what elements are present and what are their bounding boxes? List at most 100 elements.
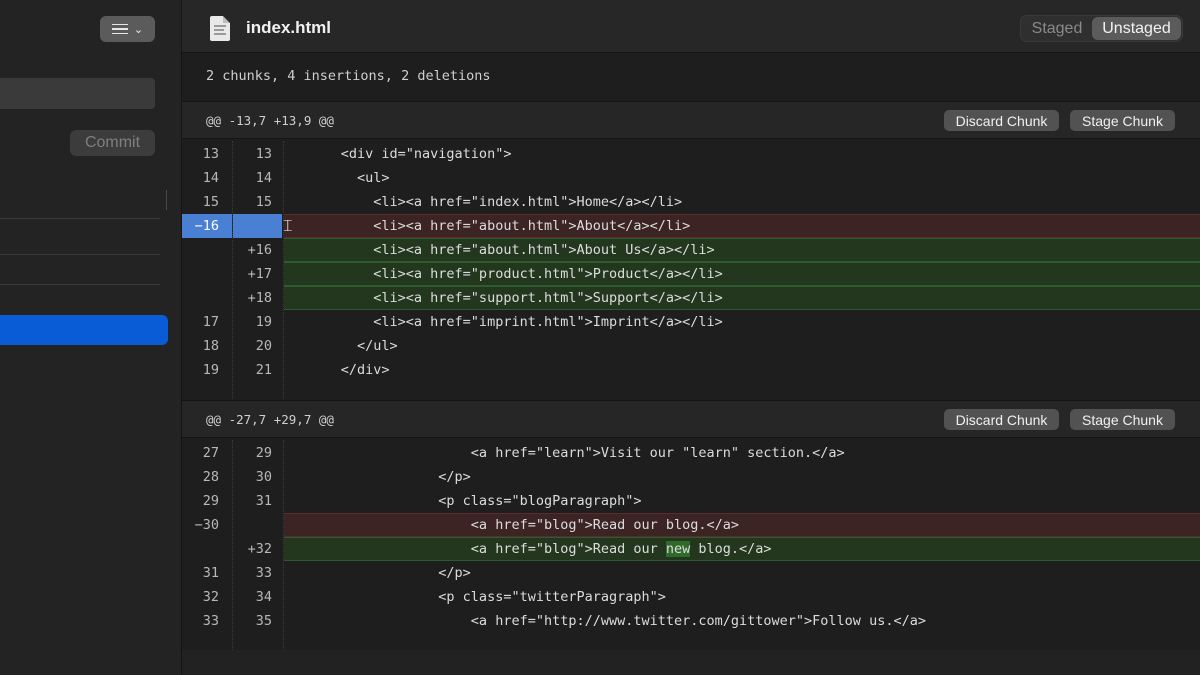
html-file-icon: [210, 16, 230, 41]
diff-summary: 2 chunks, 4 insertions, 2 deletions: [206, 68, 491, 84]
deleted-line[interactable]: −16 <li><a href="about.html">About</a></…: [182, 214, 1200, 238]
code-text: <a href="blog">Read our blog.</a>: [292, 517, 740, 533]
old-line-number[interactable]: −16: [173, 214, 219, 238]
code-text: <li><a href="product.html">Product</a></…: [292, 266, 723, 282]
new-line-number[interactable]: +16: [226, 238, 272, 262]
hunk-header: @@ -27,7 +29,7 @@ Discard Chunk Stage Ch…: [182, 400, 1200, 438]
old-line-number[interactable]: 32: [173, 585, 219, 609]
context-line[interactable]: 14 14 <ul>: [182, 166, 1200, 190]
stage-chunk-button[interactable]: Stage Chunk: [1070, 409, 1175, 430]
context-line[interactable]: 33 35 <a href="http://www.twitter.com/git…: [182, 609, 1200, 633]
chevron-down-icon: ⌄: [133, 23, 144, 36]
file-title: index.html: [246, 18, 332, 37]
code-text: <li><a href="support.html">Support</a></…: [292, 290, 723, 306]
code-text: <div id="navigation">: [292, 146, 512, 162]
old-line-number[interactable]: 31: [173, 561, 219, 585]
code-text: <li><a href="imprint.html">Imprint</a></…: [292, 314, 723, 330]
old-line-number[interactable]: 17: [173, 310, 219, 334]
code-text: <li><a href="about.html">About Us</a></l…: [292, 242, 715, 258]
code-text: <p class="twitterParagraph">: [292, 589, 666, 605]
new-line-number[interactable]: 33: [226, 561, 272, 585]
new-line-number[interactable]: 31: [226, 489, 272, 513]
old-line-number[interactable]: 13: [173, 142, 219, 166]
code-text: <a href="http://www.twitter.com/gittower…: [292, 613, 926, 629]
code-text: </ul>: [292, 338, 398, 354]
context-line[interactable]: 28 30 </p>: [182, 465, 1200, 489]
new-line-number[interactable]: 29: [226, 441, 272, 465]
code-text: <p class="blogParagraph">: [292, 493, 642, 509]
hunk-code-block: 13 13 <div id="navigation"> 14 14 <ul> 15 15 …: [182, 141, 1200, 399]
code-text: </div>: [292, 362, 390, 378]
context-line[interactable]: 32 34 <p class="twitterParagraph">: [182, 585, 1200, 609]
old-line-number[interactable]: 33: [173, 609, 219, 633]
old-line-number[interactable]: 28: [173, 465, 219, 489]
hunk-range: @@ -27,7 +29,7 @@: [206, 412, 334, 427]
new-line-number[interactable]: +18: [226, 286, 272, 310]
new-line-number[interactable]: 30: [226, 465, 272, 489]
code-text: <li><a href="about.html">About</a></li>: [292, 218, 691, 234]
code-text: </p>: [292, 565, 471, 581]
text-cursor-icon: ⌶: [283, 216, 293, 235]
context-line[interactable]: 27 29 <a href="learn">Visit our "learn" s…: [182, 441, 1200, 465]
old-line-number[interactable]: 18: [173, 334, 219, 358]
changed-word-highlight: new: [665, 541, 691, 557]
new-line-number[interactable]: 20: [226, 334, 272, 358]
new-line-number[interactable]: 15: [226, 190, 272, 214]
new-line-number[interactable]: +32: [226, 537, 272, 561]
code-text: <ul>: [292, 170, 390, 186]
old-line-number[interactable]: 27: [173, 441, 219, 465]
deleted-line[interactable]: −30 <a href="blog">Read our blog.</a>: [182, 513, 1200, 537]
new-line-number[interactable]: 19: [226, 310, 272, 334]
diff-toolbar: index.html Staged Unstaged: [182, 0, 1200, 53]
discard-chunk-button[interactable]: Discard Chunk: [944, 110, 1059, 131]
new-line-number[interactable]: 21: [226, 358, 272, 382]
new-line-number[interactable]: 14: [226, 166, 272, 190]
old-line-number[interactable]: 19: [173, 358, 219, 382]
hunk-code-block: 27 29 <a href="learn">Visit our "learn" s…: [182, 440, 1200, 650]
commit-button[interactable]: Commit: [70, 130, 155, 156]
context-line[interactable]: 29 31 <p class="blogParagraph">: [182, 489, 1200, 513]
added-line[interactable]: +32 <a href="blog">Read our new blog.</a…: [182, 537, 1200, 561]
code-text: <li><a href="index.html">Home</a></li>: [292, 194, 683, 210]
new-line-number[interactable]: 13: [226, 142, 272, 166]
context-line[interactable]: 18 20 </ul>: [182, 334, 1200, 358]
code-text: <a href="blog">Read our new blog.</a>: [292, 537, 772, 561]
context-line[interactable]: 15 15 <li><a href="index.html">Home</a></…: [182, 190, 1200, 214]
staged-tab[interactable]: Staged: [1022, 17, 1092, 40]
added-line[interactable]: +17 <li><a href="product.html">Product</…: [182, 262, 1200, 286]
list-icon: [111, 23, 128, 35]
context-line[interactable]: 17 19 <li><a href="imprint.html">Imprint<…: [182, 310, 1200, 334]
code-text-segment: blog.</a>: [690, 541, 772, 557]
hunk-header: @@ -13,7 +13,9 @@ Discard Chunk Stage Ch…: [182, 101, 1200, 139]
old-line-number[interactable]: 14: [173, 166, 219, 190]
context-line[interactable]: 19 21 </div>: [182, 358, 1200, 382]
code-text-segment: <a href="blog">Read our: [292, 541, 666, 557]
discard-chunk-button[interactable]: Discard Chunk: [944, 409, 1059, 430]
code-text: </p>: [292, 469, 471, 485]
sidebar-divider: [0, 284, 160, 285]
new-line-number[interactable]: +17: [226, 262, 272, 286]
sidebar-splitter: [166, 190, 167, 210]
unstaged-tab[interactable]: Unstaged: [1092, 17, 1181, 40]
context-line[interactable]: 13 13 <div id="navigation">: [182, 142, 1200, 166]
staged-unstaged-toggle[interactable]: Staged Unstaged: [1020, 15, 1183, 42]
sidebar: ⌄ Commit: [0, 0, 182, 675]
view-options-button[interactable]: ⌄: [100, 16, 155, 42]
added-line[interactable]: +16 <li><a href="about.html">About Us</a…: [182, 238, 1200, 262]
hunk-range: @@ -13,7 +13,9 @@: [206, 113, 334, 128]
sidebar-divider: [0, 254, 160, 255]
stage-chunk-button[interactable]: Stage Chunk: [1070, 110, 1175, 131]
code-text: <a href="learn">Visit our "learn" sectio…: [292, 445, 845, 461]
added-line[interactable]: +18 <li><a href="support.html">Support</…: [182, 286, 1200, 310]
diff-footer: [182, 650, 1200, 675]
context-line[interactable]: 31 33 </p>: [182, 561, 1200, 585]
new-line-number[interactable]: 35: [226, 609, 272, 633]
commit-message-field[interactable]: [0, 78, 155, 109]
sidebar-selected-file-item[interactable]: [0, 315, 168, 345]
new-line-number[interactable]: 34: [226, 585, 272, 609]
diff-view: index.html Staged Unstaged 2 chunks, 4 i…: [182, 0, 1200, 675]
old-line-number[interactable]: 15: [173, 190, 219, 214]
old-line-number[interactable]: −30: [173, 513, 219, 537]
sidebar-divider: [0, 218, 160, 219]
old-line-number[interactable]: 29: [173, 489, 219, 513]
